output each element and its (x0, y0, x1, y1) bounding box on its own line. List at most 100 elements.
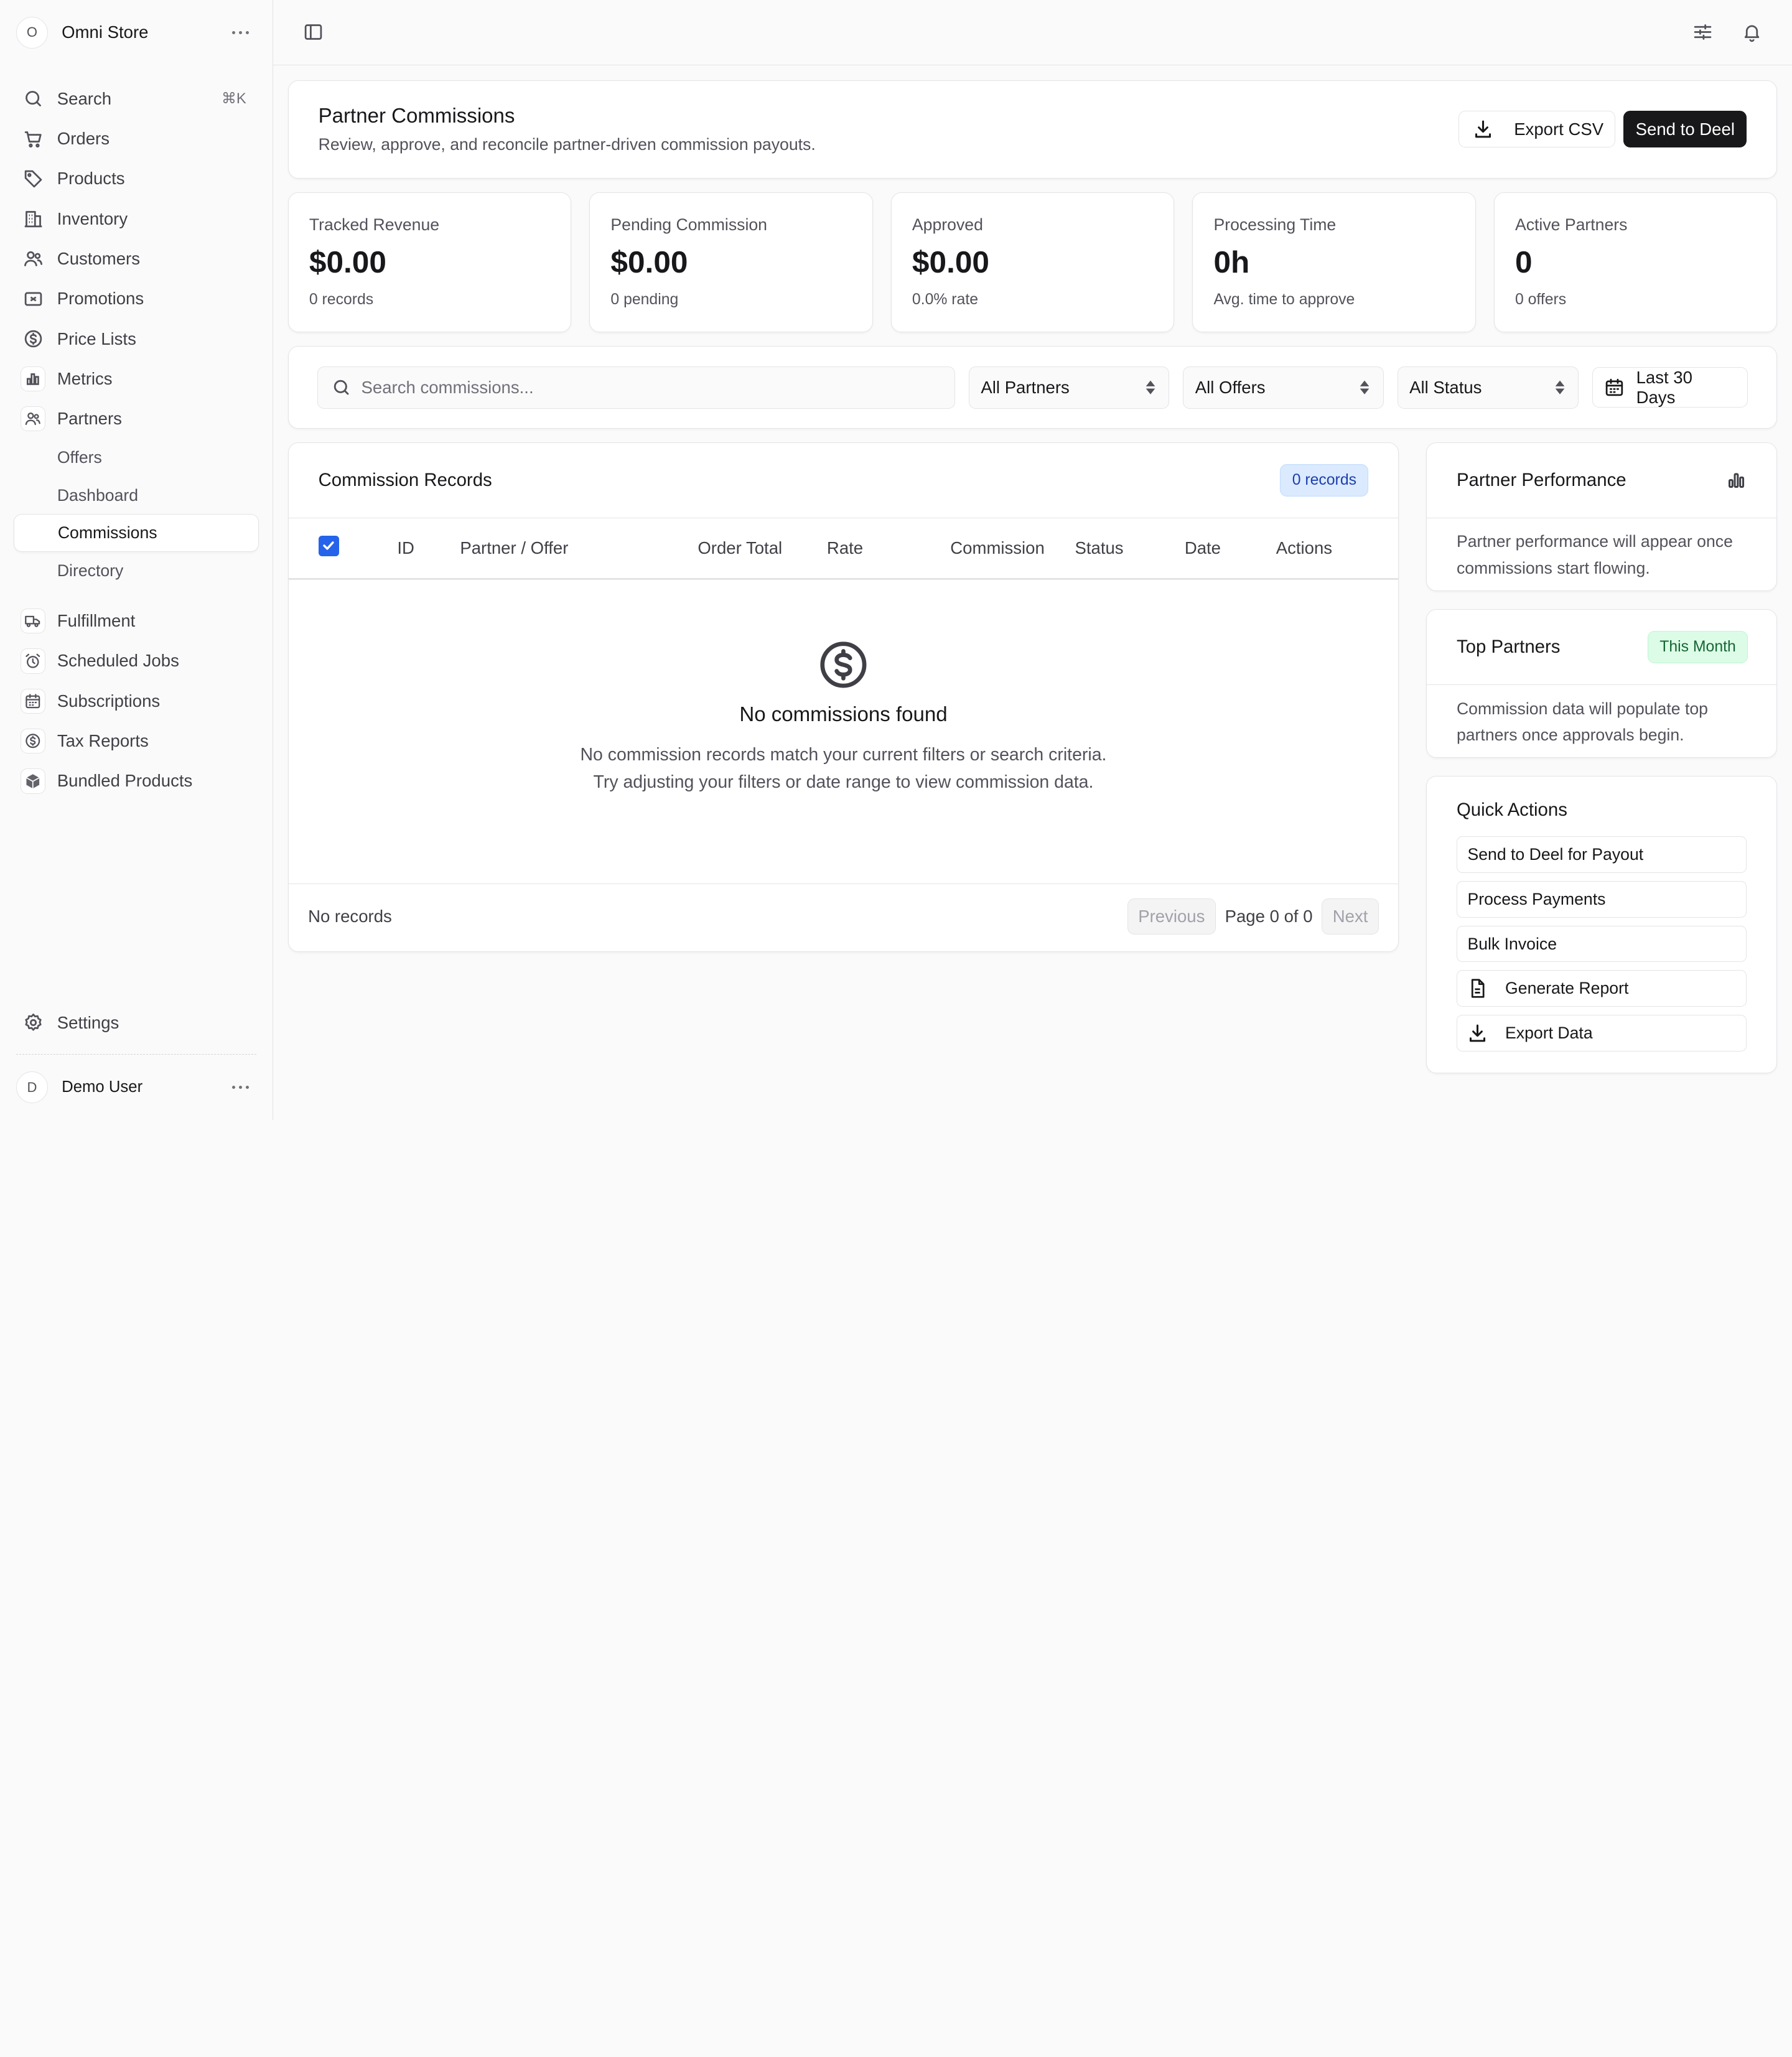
records-title: Commission Records (318, 469, 492, 490)
truck-icon (21, 608, 46, 634)
export-csv-button[interactable]: Export CSV (1458, 111, 1616, 147)
search-input[interactable] (361, 377, 941, 398)
sidebar-subitem-dashboard[interactable]: Dashboard (14, 477, 259, 515)
table-header: ID Partner / Offer Order Total Rate Comm… (288, 518, 1399, 581)
column-header-partner-offer[interactable]: Partner / Offer (460, 538, 568, 558)
sidebar-item-partners[interactable]: Partners (0, 399, 273, 439)
stat-label: Approved (912, 215, 983, 235)
commission-records-card: Commission Records 0 records ID Partner … (287, 442, 1399, 952)
bar-chart-icon[interactable] (1726, 470, 1747, 490)
page-indicator: Page 0 of 0 (1225, 907, 1313, 926)
sidebar-subitem-commissions[interactable]: Commissions (14, 514, 259, 553)
chevron-updown-icon (1555, 380, 1564, 394)
empty-text-line2: Try adjusting your filters or date range… (593, 772, 1094, 792)
empty-title: No commissions found (739, 703, 948, 727)
send-to-deel-button[interactable]: Send to Deel (1623, 111, 1747, 147)
sidebar-toggle-icon[interactable] (296, 15, 330, 49)
top-partners-title: Top Partners (1456, 637, 1561, 657)
dollar-circle-icon (21, 728, 46, 754)
bell-icon[interactable] (1735, 15, 1769, 49)
sidebar-item-metrics[interactable]: Metrics (0, 359, 273, 399)
column-header-order-total[interactable]: Order Total (698, 538, 782, 558)
page-header-card: Partner Commissions Review, approve, and… (287, 80, 1778, 179)
user-menu[interactable]: D Demo User (0, 1055, 273, 1120)
column-header-commission[interactable]: Commission (950, 538, 1045, 558)
previous-page-button[interactable]: Previous (1127, 898, 1216, 935)
sidebar-item-promotions[interactable]: Promotions (0, 279, 273, 319)
sidebar-item-label: Inventory (57, 208, 128, 228)
user-name: Demo User (62, 1078, 143, 1096)
search-icon (25, 91, 41, 107)
sidebar-item-orders[interactable]: Orders (0, 119, 273, 159)
quick-actions-title: Quick Actions (1456, 799, 1567, 820)
top-partners-card: Top Partners This Month Commission data … (1426, 609, 1778, 758)
sidebar-item-label: Tax Reports (57, 731, 149, 751)
generate-report-button[interactable]: Generate Report (1456, 970, 1747, 1007)
download-icon (1475, 120, 1491, 138)
process-payments-button[interactable]: Process Payments (1456, 881, 1747, 918)
column-header-id[interactable]: ID (397, 538, 414, 558)
column-header-actions: Actions (1276, 538, 1333, 558)
sidebar-item-customers[interactable]: Customers (0, 239, 273, 279)
users-icon (21, 406, 46, 432)
stat-card-pending-commission: Pending Commission $0.00 0 pending (589, 192, 873, 333)
sidebar-item-inventory[interactable]: Inventory (0, 199, 273, 239)
bulk-invoice-button[interactable]: Bulk Invoice (1456, 925, 1747, 963)
stat-value: 0h (1213, 244, 1250, 279)
stat-label: Pending Commission (610, 215, 767, 235)
stat-sub: 0 pending (610, 291, 679, 309)
column-header-rate[interactable]: Rate (827, 538, 863, 558)
topbar (273, 0, 1792, 65)
sidebar-subitem-offers[interactable]: Offers (14, 439, 259, 477)
sidebar-item-products[interactable]: Products (0, 159, 273, 198)
stat-card-approved: Approved $0.00 0.0% rate (890, 192, 1175, 333)
sidebar-item-search[interactable]: Search ⌘K (0, 79, 273, 119)
sidebar-item-bundled-products[interactable]: Bundled Products (0, 761, 273, 801)
date-range-button[interactable]: Last 30 Days (1592, 367, 1748, 408)
select-all-checkbox[interactable] (318, 535, 339, 556)
gear-icon (25, 1014, 42, 1031)
sidebar-item-settings[interactable]: Settings (0, 1003, 273, 1043)
sidebar-subitem-directory[interactable]: Directory (14, 552, 259, 590)
right-column: Partner Performance Partner performance … (1426, 442, 1778, 1073)
store-switcher[interactable]: O Omni Store (0, 0, 273, 65)
stat-card-active-partners: Active Partners 0 0 offers (1493, 192, 1778, 333)
stat-sub: 0 records (309, 291, 374, 309)
send-to-deel-payout-button[interactable]: Send to Deel for Payout (1456, 836, 1747, 874)
user-menu-dots-icon[interactable] (225, 1076, 256, 1099)
table-footer: No records Previous Page 0 of 0 Next (289, 884, 1398, 949)
users-icon (24, 251, 42, 267)
calendar-icon (21, 688, 46, 714)
dollar-circle-icon (820, 641, 867, 688)
sidebar: O Omni Store Search ⌘K Orders Products I… (0, 0, 273, 1120)
sidebar-item-label: Price Lists (57, 329, 136, 348)
sidebar-item-fulfillment[interactable]: Fulfillment (0, 601, 273, 641)
next-page-button[interactable]: Next (1322, 898, 1379, 935)
status-select[interactable]: All Status (1397, 366, 1579, 409)
partners-select[interactable]: All Partners (969, 366, 1170, 409)
sidebar-item-tax-reports[interactable]: Tax Reports (0, 721, 273, 761)
stat-label: Processing Time (1213, 215, 1337, 235)
store-avatar: O (16, 16, 49, 49)
sidebar-item-label: Settings (57, 1012, 119, 1032)
alarm-icon (21, 648, 46, 674)
sidebar-footer: Settings D Demo User (0, 1003, 273, 1120)
offers-select[interactable]: All Offers (1183, 366, 1384, 409)
sidebar-item-label: Customers (57, 248, 140, 268)
export-data-button[interactable]: Export Data (1456, 1014, 1747, 1052)
sidebar-item-label: Orders (57, 129, 110, 149)
sidebar-item-price-lists[interactable]: Price Lists (0, 319, 273, 358)
column-header-date[interactable]: Date (1185, 538, 1221, 558)
sliders-icon[interactable] (1686, 15, 1720, 49)
sidebar-item-scheduled-jobs[interactable]: Scheduled Jobs (0, 641, 273, 681)
column-header-status[interactable]: Status (1075, 538, 1123, 558)
partner-performance-title: Partner Performance (1456, 469, 1626, 490)
search-shortcut: ⌘K (221, 90, 246, 108)
main-area: Partner Commissions Review, approve, and… (273, 0, 1792, 1120)
stat-card-tracked-revenue: Tracked Revenue $0.00 0 records (287, 192, 571, 333)
sidebar-item-subscriptions[interactable]: Subscriptions (0, 681, 273, 721)
bar-chart-icon (21, 366, 46, 392)
store-menu-dots-icon[interactable] (225, 21, 256, 44)
sidebar-item-label: Products (57, 169, 125, 189)
page-title: Partner Commissions (318, 104, 515, 128)
